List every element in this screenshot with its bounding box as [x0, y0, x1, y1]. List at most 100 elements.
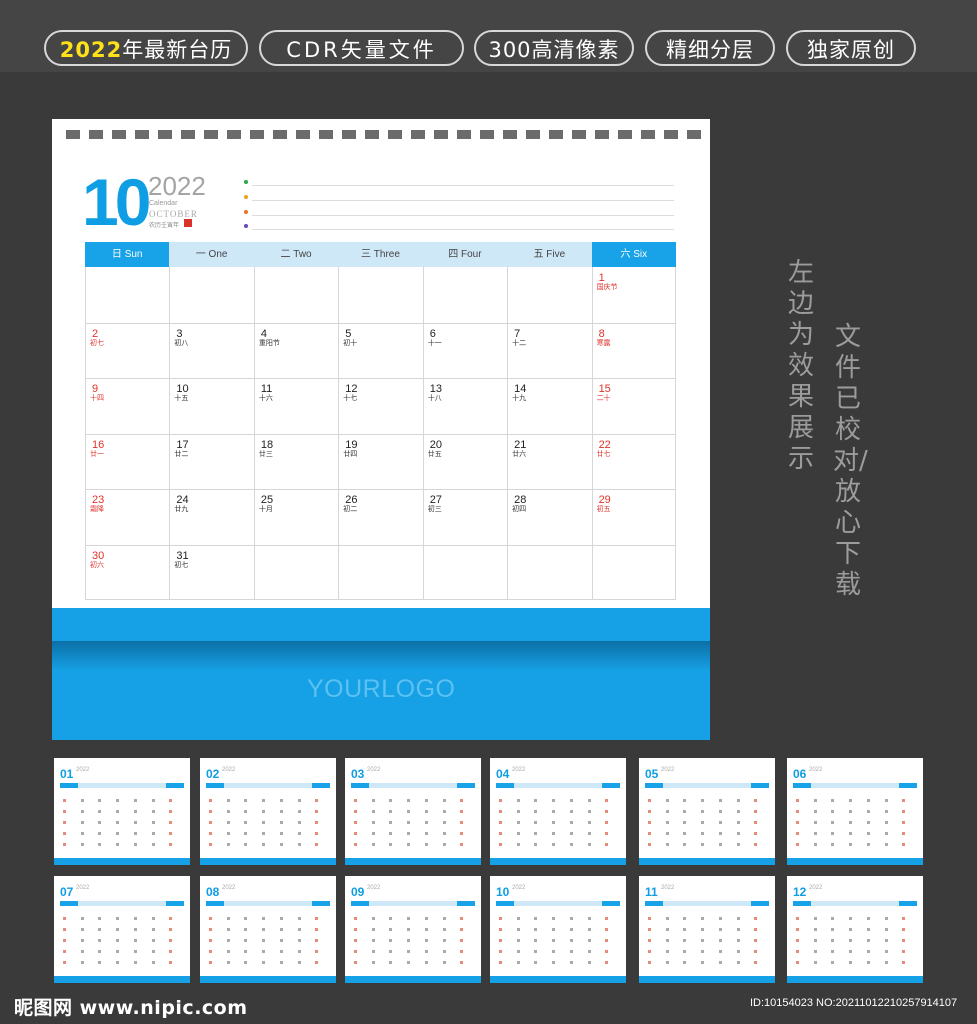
thumbnail-day-mark [354, 961, 357, 964]
thumbnail-day-mark [683, 928, 687, 931]
thumbnail-day-mark [701, 810, 705, 813]
thumbnail-day-mark [354, 928, 357, 931]
thumbnail-day-mark [371, 928, 375, 931]
thumbnail-day-mark [866, 917, 870, 920]
thumbnail-day-mark [569, 799, 573, 802]
thumbnail-day-mark [315, 799, 319, 802]
thumbnail-day-mark [262, 832, 266, 835]
spiral-hole [250, 130, 264, 139]
thumbnail-day-mark [902, 810, 906, 813]
thumbnail-day-mark [605, 810, 609, 813]
thumbnail-month-09: 09 2022 [345, 876, 481, 983]
thumbnail-day-mark [849, 832, 853, 835]
thumbnail-month-02: 02 2022 [200, 758, 336, 865]
thumbnail-day-mark [736, 939, 740, 942]
thumbnail-day-mark [736, 821, 740, 824]
thumbnail-day-mark [701, 939, 705, 942]
thumbnail-day-mark [499, 810, 502, 813]
thumbnail-day-mark [665, 810, 669, 813]
thumbnail-day-mark [718, 950, 722, 953]
thumbnail-day-mark [460, 843, 464, 846]
lunar-date: 十月 [258, 506, 273, 513]
thumbnail-day-mark [98, 843, 102, 846]
thumbnail-day-mark [552, 843, 556, 846]
thumbnail-day-mark [902, 961, 906, 964]
thumbnail-day-mark [754, 928, 758, 931]
thumbnail-year: 2022 [512, 885, 526, 891]
day-number: 24 [176, 494, 189, 506]
thumbnail-day-mark [169, 810, 173, 813]
thumbnail-day-mark [133, 928, 137, 931]
thumbnail-day-mark [424, 950, 428, 953]
thumbnail-day-mark [371, 843, 375, 846]
thumbnail-day-mark [884, 799, 888, 802]
thumbnail-day-mark [209, 939, 212, 942]
thumbnail-day-mark [209, 843, 212, 846]
thumbnail-day-mark [796, 832, 799, 835]
thumbnail-stripe [490, 858, 626, 865]
thumbnail-weekend-header [899, 901, 917, 906]
thumbnail-weekend-header [496, 901, 514, 906]
thumbnail-day-mark [262, 939, 266, 942]
thumbnail-day-mark [683, 917, 687, 920]
thumbnail-day-mark [279, 917, 283, 920]
thumbnail-day-mark [648, 821, 651, 824]
thumbnail-month-01: 01 2022 [54, 758, 190, 865]
thumbnail-month-number: 07 [60, 885, 74, 899]
thumbnail-day-mark [849, 821, 853, 824]
thumbnail-weekend-header [899, 783, 917, 788]
thumbnail-month-06: 06 2022 [787, 758, 923, 865]
thumbnail-day-mark [244, 950, 248, 953]
thumbnail-day-mark [683, 832, 687, 835]
thumbnail-day-mark [736, 799, 740, 802]
thumbnail-grid [496, 907, 620, 967]
thumbnail-day-mark [683, 821, 687, 824]
thumbnail-day-mark [665, 917, 669, 920]
spiral-hole [204, 130, 218, 139]
thumbnail-day-mark [226, 810, 230, 813]
thumbnail-day-mark [460, 799, 464, 802]
thumbnail-day-mark [389, 950, 393, 953]
thumbnail-day-mark [371, 799, 375, 802]
thumbnail-day-mark [866, 832, 870, 835]
thumbnail-day-mark [849, 843, 853, 846]
thumbnail-day-mark [534, 799, 538, 802]
thumbnail-day-mark [315, 961, 319, 964]
thumbnail-day-mark [116, 832, 120, 835]
thumbnail-day-mark [813, 939, 817, 942]
lunar-date: 霜降 [90, 506, 104, 513]
thumbnail-grid [793, 789, 917, 849]
thumbnail-day-mark [516, 928, 520, 931]
thumbnail-grid [60, 907, 184, 967]
thumbnail-day-mark [796, 961, 799, 964]
thumbnail-day-mark [63, 917, 66, 920]
thumbnail-day-mark [718, 939, 722, 942]
thumbnail-day-mark [534, 843, 538, 846]
thumbnail-day-mark [516, 832, 520, 835]
day-number: 29 [598, 494, 611, 506]
spiral-hole [618, 130, 632, 139]
thumbnail-day-mark [813, 843, 817, 846]
thumbnail-day-mark [116, 821, 120, 824]
image-id: ID:10154023 NO:20211012210257914107 [750, 997, 958, 1009]
lunar-date: 初八 [174, 339, 189, 347]
thumbnail-day-mark [297, 961, 301, 964]
thumbnail-day-mark [460, 939, 464, 942]
thumbnail-day-mark [63, 843, 66, 846]
thumbnail-month-number: 04 [496, 767, 510, 781]
thumbnail-day-mark [813, 810, 817, 813]
weekday-header: 六 Six [591, 242, 676, 267]
lunar-date: 十二 [512, 339, 527, 347]
thumbnail-day-mark [516, 843, 520, 846]
stand-shadow [52, 641, 710, 671]
thumbnail-month-number: 10 [496, 885, 510, 899]
day-number: 14 [514, 383, 527, 395]
thumbnail-day-mark [133, 917, 137, 920]
thumbnail-day-mark [279, 821, 283, 824]
thumbnail-weekend-header [457, 901, 475, 906]
thumbnail-day-mark [754, 832, 758, 835]
thumbnail-day-mark [133, 821, 137, 824]
thumbnail-day-mark [499, 950, 502, 953]
thumbnail-day-mark [63, 939, 66, 942]
note-line [252, 215, 674, 216]
